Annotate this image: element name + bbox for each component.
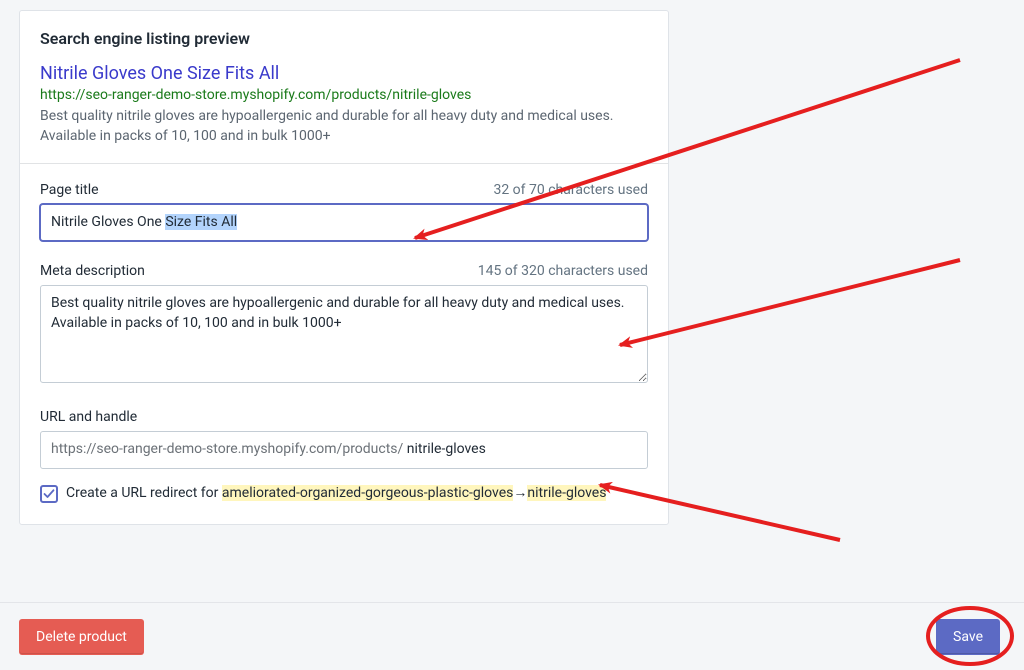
seo-form-section: Page title 32 of 70 characters used Nitr… <box>20 163 668 524</box>
serp-url: https://seo-ranger-demo-store.myshopify.… <box>40 87 648 103</box>
action-bar: Delete product Save <box>0 602 1024 670</box>
seo-card: Search engine listing preview Nitrile Gl… <box>19 10 669 525</box>
serp-description: Best quality nitrile gloves are hypoalle… <box>40 107 648 146</box>
url-handle-field: URL and handle https://seo-ranger-demo-s… <box>40 409 648 504</box>
url-handle-base: https://seo-ranger-demo-store.myshopify.… <box>51 441 407 457</box>
meta-description-label: Meta description <box>40 263 145 279</box>
check-icon <box>43 488 55 500</box>
redirect-row: Create a URL redirect for ameliorated-or… <box>40 483 648 504</box>
redirect-checkbox[interactable] <box>40 485 58 503</box>
url-handle-value: nitrile-gloves <box>407 441 486 457</box>
page-title-value-prefix: Nitrile Gloves One <box>51 214 165 230</box>
card-title: Search engine listing preview <box>40 29 648 48</box>
delete-product-button[interactable]: Delete product <box>19 619 144 655</box>
page-title-counter: 32 of 70 characters used <box>493 182 648 198</box>
serp-title: Nitrile Gloves One Size Fits All <box>40 62 648 85</box>
meta-description-input[interactable] <box>40 285 648 383</box>
redirect-label: Create a URL redirect for ameliorated-or… <box>66 483 606 504</box>
save-button[interactable]: Save <box>936 619 1000 655</box>
redirect-new-handle: nitrile-gloves <box>527 485 606 501</box>
redirect-old-handle: ameliorated-organized-gorgeous-plastic-g… <box>222 485 514 501</box>
redirect-arrow: → <box>513 485 527 501</box>
page-title-value-selected: Size Fits All <box>165 214 237 230</box>
url-handle-label: URL and handle <box>40 409 137 425</box>
redirect-prefix: Create a URL redirect for <box>66 485 222 501</box>
meta-description-field: Meta description 145 of 320 characters u… <box>40 263 648 387</box>
meta-description-counter: 145 of 320 characters used <box>478 263 648 279</box>
page-title-field: Page title 32 of 70 characters used Nitr… <box>40 182 648 242</box>
url-handle-input[interactable]: https://seo-ranger-demo-store.myshopify.… <box>40 431 648 469</box>
page-title-input[interactable]: Nitrile Gloves One Size Fits All <box>40 204 648 242</box>
annotation-arrow-meta <box>620 260 960 345</box>
page-title-label: Page title <box>40 182 99 198</box>
seo-preview-section: Search engine listing preview Nitrile Gl… <box>20 11 668 163</box>
